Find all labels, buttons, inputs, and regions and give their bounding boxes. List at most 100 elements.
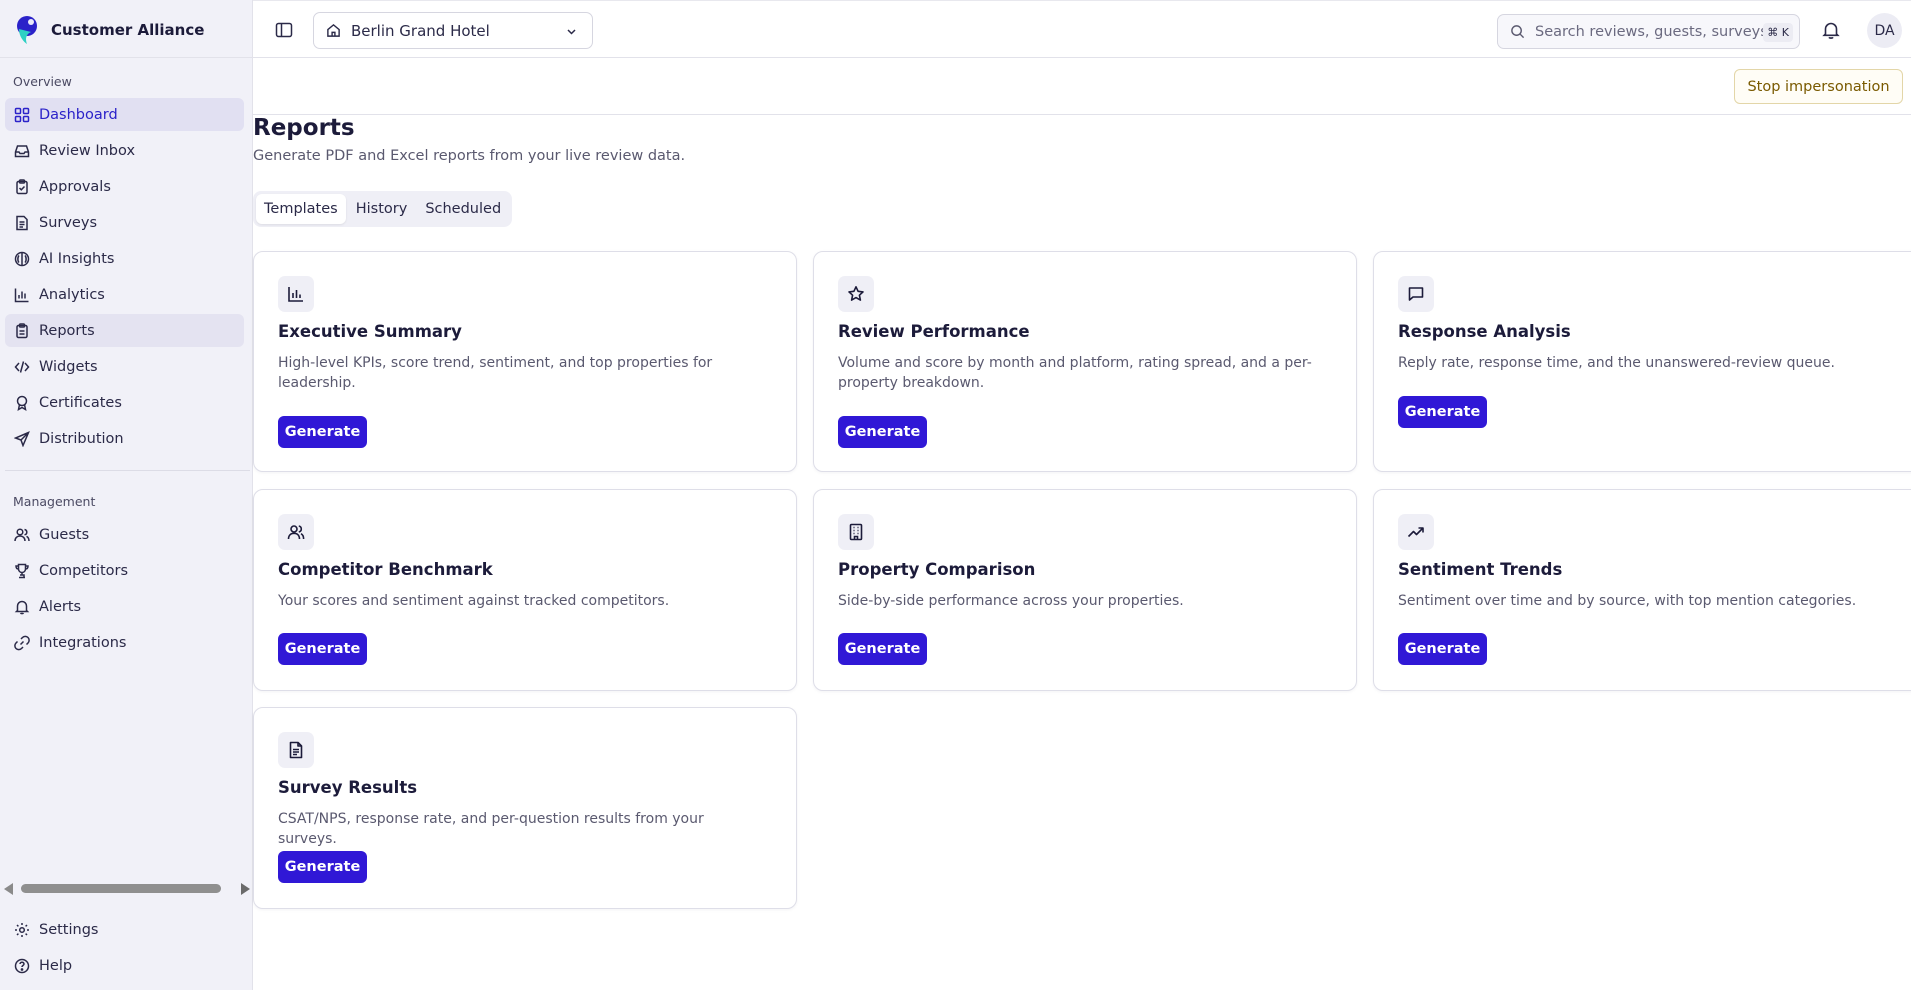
sidebar-item-certificates[interactable]: Certificates: [5, 386, 244, 419]
sidebar-item-label: Distribution: [39, 430, 124, 447]
gear-icon: [15, 922, 29, 937]
sidebar-item-surveys[interactable]: Surveys: [5, 206, 244, 239]
sidebar-item-label: Review Inbox: [39, 142, 136, 159]
sidebar: Customer Alliance Overview Dashboard Rev…: [0, 0, 253, 990]
search-input[interactable]: Search reviews, guests, surveys ⌘ K: [1497, 14, 1800, 49]
divider: [0, 57, 253, 58]
search-placeholder: Search reviews, guests, surveys: [1535, 23, 1768, 40]
template-card-survey-results: Survey Results CSAT/NPS, response rate, …: [253, 707, 797, 909]
link-icon: [14, 635, 30, 650]
sidebar-item-label: Competitors: [39, 562, 129, 579]
sidebar-item-label: Widgets: [39, 358, 98, 375]
notifications-bell-icon[interactable]: [1821, 20, 1841, 40]
template-card-response-analysis: Response Analysis Reply rate, response t…: [1373, 251, 1911, 472]
card-description: Side-by-side performance across your pro…: [838, 593, 1184, 609]
message-icon: [1408, 287, 1424, 301]
scroll-right-arrow-icon[interactable]: [241, 883, 250, 895]
sidebar-item-dashboard[interactable]: Dashboard: [5, 98, 244, 131]
send-icon: [14, 430, 30, 447]
card-title: Executive Summary: [278, 322, 462, 341]
sidebar-item-reports[interactable]: Reports: [5, 314, 244, 347]
star-icon: [848, 286, 864, 301]
sidebar-item-settings[interactable]: Settings: [5, 913, 244, 946]
card-description: Volume and score by month and platform, …: [838, 355, 1312, 391]
sidebar-item-ai-insights[interactable]: AI Insights: [5, 242, 244, 275]
card-title: Property Comparison: [838, 560, 1036, 579]
card-title: Sentiment Trends: [1398, 560, 1563, 579]
users-icon: [287, 525, 305, 540]
sidebar-item-approvals[interactable]: Approvals: [5, 170, 244, 203]
card-description: High-level KPIs, score trend, sentiment,…: [278, 355, 713, 391]
generate-button[interactable]: Generate: [1398, 633, 1487, 665]
document-icon: [16, 215, 28, 230]
bar-chart-icon: [14, 288, 29, 302]
generate-button[interactable]: Generate: [1398, 396, 1487, 428]
card-icon-box: [278, 514, 314, 550]
sidebar-toggle-icon[interactable]: [275, 21, 293, 39]
sidebar-item-integrations[interactable]: Integrations: [5, 626, 244, 659]
stop-impersonation-button[interactable]: Stop impersonation: [1734, 69, 1903, 104]
card-icon-box: [1398, 276, 1434, 312]
sidebar-item-label: Analytics: [39, 286, 105, 303]
inbox-icon: [14, 144, 30, 157]
sidebar-item-label: Help: [39, 957, 73, 974]
hotel-selector[interactable]: Berlin Grand Hotel: [313, 12, 593, 49]
card-title: Review Performance: [838, 322, 1030, 341]
tab-templates[interactable]: Templates: [256, 194, 346, 224]
impersonation-bar: Stop impersonation: [253, 58, 1911, 115]
template-card-review-performance: Review Performance Volume and score by m…: [813, 251, 1357, 472]
sidebar-item-competitors[interactable]: Competitors: [5, 554, 244, 587]
sidebar-item-label: Alerts: [39, 598, 82, 615]
home-icon: [327, 23, 340, 37]
award-icon: [16, 395, 28, 411]
sidebar-item-analytics[interactable]: Analytics: [5, 278, 244, 311]
chevron-down-icon: [567, 29, 576, 35]
scroll-left-arrow-icon[interactable]: [4, 883, 13, 895]
file-text-icon: [289, 741, 303, 759]
card-title: Survey Results: [278, 778, 418, 797]
report-tabs: Templates History Scheduled: [253, 191, 513, 227]
generate-button[interactable]: Generate: [278, 851, 367, 883]
sidebar-item-help[interactable]: Help: [5, 949, 244, 982]
page-title: Reports: [253, 115, 355, 141]
sidebar-item-distribution[interactable]: Distribution: [5, 422, 244, 455]
search-icon: [1511, 25, 1525, 39]
template-card-executive-summary: Executive Summary High-level KPIs, score…: [253, 251, 797, 472]
sidebar-item-label: Settings: [39, 921, 99, 938]
generate-button[interactable]: Generate: [278, 633, 367, 665]
sidebar-item-guests[interactable]: Guests: [5, 518, 244, 551]
sidebar-item-label: Surveys: [39, 214, 97, 231]
template-card-sentiment-trends: Sentiment Trends Sentiment over time and…: [1373, 489, 1911, 691]
sidebar-item-alerts[interactable]: Alerts: [5, 590, 244, 623]
keyboard-shortcut-badge: ⌘ K: [1763, 23, 1793, 42]
generate-button[interactable]: Generate: [278, 416, 367, 448]
brand-name: Customer Alliance: [51, 21, 205, 39]
sidebar-horizontal-scrollbar[interactable]: [4, 881, 250, 895]
user-avatar[interactable]: DA: [1867, 13, 1902, 48]
sidebar-item-label: Certificates: [39, 394, 122, 411]
brand[interactable]: Customer Alliance: [14, 14, 204, 46]
generate-button[interactable]: Generate: [838, 416, 927, 448]
page-subtitle: Generate PDF and Excel reports from your…: [253, 148, 686, 164]
hotel-selector-value: Berlin Grand Hotel: [351, 21, 490, 40]
scrollbar-thumb[interactable]: [21, 884, 221, 893]
dashboard-icon: [14, 107, 30, 122]
overview-nav: Dashboard Review Inbox Approvals Surveys…: [5, 98, 244, 458]
sidebar-item-label: Approvals: [39, 178, 111, 195]
divider: [5, 470, 250, 471]
card-icon-box: [838, 276, 874, 312]
code-icon: [14, 360, 30, 373]
bottom-nav: Settings Help: [5, 913, 244, 985]
card-description: Sentiment over time and by source, with …: [1398, 593, 1857, 609]
template-card-competitor-benchmark: Competitor Benchmark Your scores and sen…: [253, 489, 797, 691]
tab-history[interactable]: History: [348, 194, 416, 224]
card-title: Competitor Benchmark: [278, 560, 493, 579]
clipboard-check-icon: [16, 178, 28, 194]
topbar: Berlin Grand Hotel Search reviews, guest…: [253, 0, 1911, 58]
help-icon: [14, 958, 30, 973]
generate-button[interactable]: Generate: [838, 633, 927, 665]
sidebar-item-widgets[interactable]: Widgets: [5, 350, 244, 383]
section-label-overview: Overview: [13, 74, 72, 89]
tab-scheduled[interactable]: Scheduled: [417, 194, 509, 224]
sidebar-item-review-inbox[interactable]: Review Inbox: [5, 134, 244, 167]
